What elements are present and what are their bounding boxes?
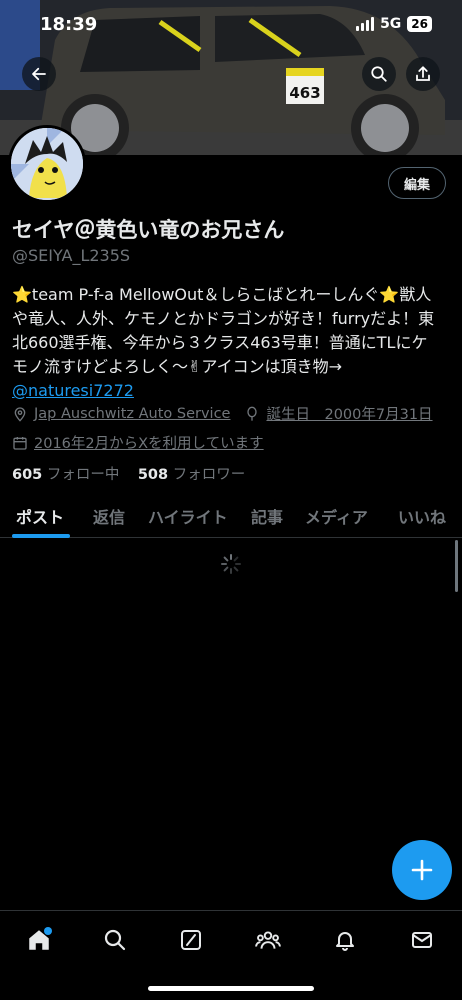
nav-search[interactable] [100,925,130,955]
following-count: 605 [12,467,43,483]
following-link[interactable]: 605 フォロー中 [12,467,119,483]
bio-line: モノ流すけどよろしく〜✌アイコンは頂き物→ [12,357,343,376]
profile-bio: ⭐team P-f-a MellowOut＆しらこばとれーしんぐ⭐獣人 や竜人、… [12,283,452,403]
profile-meta-row: Jap Auschwitz Auto Service 誕生日 2000年7月31… [12,403,433,424]
tab-posts[interactable]: ポスト [16,504,64,528]
grok-icon [181,930,201,950]
nav-communities[interactable] [253,925,283,955]
location-icon [14,406,26,422]
tab-likes[interactable]: いいね [398,504,446,528]
home-notification-dot [44,927,52,935]
avatar[interactable] [8,125,86,203]
plus-icon [411,859,433,881]
avatar-dragon-image [11,128,83,200]
nav-grok[interactable] [176,925,206,955]
followers-link[interactable]: 508 フォロワー [138,467,245,483]
notifications-icon [336,932,354,951]
status-time: 18:39 [40,14,98,35]
joined-date: 2016年2月からXを利用しています [34,436,264,452]
compose-post-button[interactable] [392,840,452,900]
bio-line: 北660選手権、今年から３クラス463号車！普通にTLにケ [12,333,428,352]
user-handle: @SEIYA_L235S [12,246,131,265]
nav-home[interactable] [24,925,54,955]
search-icon [371,66,387,82]
bio-line: ⭐team P-f-a MellowOut＆しらこばとれーしんぐ⭐獣人 [12,285,432,304]
edit-profile-button[interactable]: 編集 [387,167,446,199]
tab-articles[interactable]: 記事 [251,504,283,528]
search-icon [104,929,126,951]
followers-count: 508 [137,467,169,483]
location-link[interactable]: Jap Auschwitz Auto Service [34,406,230,422]
home-indicator[interactable] [148,986,314,991]
bio-mention-link[interactable]: @naturesi7272 [12,381,134,400]
status-bar: 18:39 5G 26 [0,0,462,52]
birthday-text: 誕生日 2000年7月31日 [266,407,433,423]
following-label: フォロー中 [46,467,120,483]
back-icon [32,67,46,81]
nav-messages[interactable] [407,925,437,955]
network-label: 5G [380,16,402,32]
profile-tabs: ポスト 返信 ハイライト 記事 メディア いいね [0,494,462,538]
loading-spinner-icon [221,554,241,574]
balloon-icon [247,406,258,421]
calendar-icon [13,436,27,450]
messages-icon [412,932,432,948]
signal-icon [356,17,375,31]
search-button[interactable] [362,57,396,91]
active-tab-indicator [12,534,70,538]
bio-line: や竜人、人外、ケモノとかドラゴンが好き！furryだよ！東 [12,309,435,328]
nav-notifications[interactable] [330,925,360,955]
tab-media[interactable]: メディア [305,504,368,528]
display-name: セイヤ＠黄色い竜のお兄さん [12,218,285,242]
battery-icon: 26 [407,16,432,32]
number-plate: 463 [289,84,320,102]
share-icon [416,66,430,81]
share-button[interactable] [406,57,440,91]
scrollbar[interactable] [455,540,458,592]
tab-highlights[interactable]: ハイライト [148,504,228,528]
back-button[interactable] [22,57,56,91]
communities-icon [255,931,281,949]
profile-meta-row: 2016年2月からXを利用しています [12,432,264,453]
tab-replies[interactable]: 返信 [93,504,125,528]
followers-label: フォロワー [172,467,246,483]
follow-counts: 605 フォロー中 508 フォロワー [12,463,245,484]
